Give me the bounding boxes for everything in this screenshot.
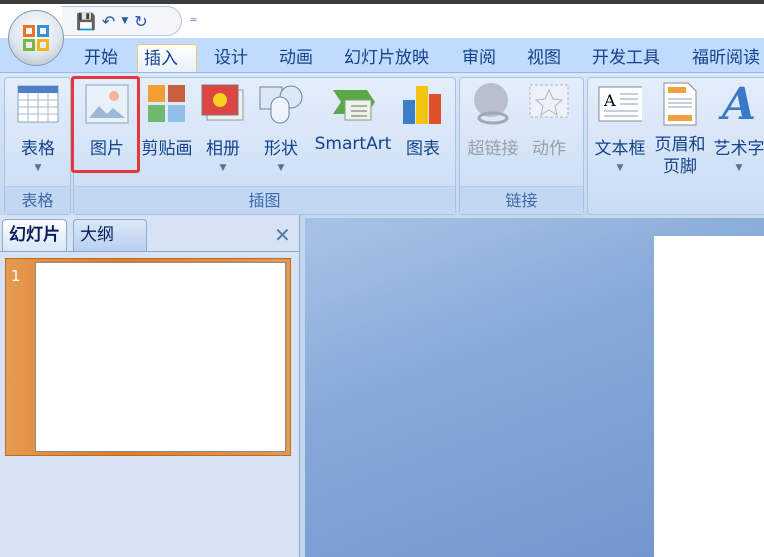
clipart-icon [145, 82, 189, 126]
group-text: A 文本框 ▼ 页眉和页脚 A 艺术字 ▼ [587, 77, 764, 215]
dropdown-arrow-icon: ▼ [616, 163, 624, 173]
textbox-icon: A [598, 82, 642, 126]
header-footer-icon [658, 82, 702, 126]
dropdown-arrow-icon: ▼ [735, 163, 743, 173]
tab-outline[interactable]: 大纲 [73, 219, 147, 251]
group-label: 链接 [460, 186, 583, 214]
office-logo-icon [23, 25, 49, 51]
hyperlink-globe-icon [471, 82, 515, 126]
tab-design[interactable]: 设计 [208, 44, 254, 74]
shapes-icon [259, 82, 303, 126]
group-label: 插图 [74, 186, 455, 214]
header-footer-button[interactable]: 页眉和页脚 [652, 82, 708, 178]
dropdown-arrow-icon: ▼ [219, 163, 227, 173]
smartart-button[interactable]: SmartArt [312, 82, 394, 154]
tab-foxit[interactable]: 福昕阅读 [686, 44, 764, 74]
hyperlink-button[interactable]: 超链接 [464, 82, 522, 159]
quick-access-toolbar: 💾 ↶ ▼ ↻ [62, 6, 182, 36]
dropdown-arrow-icon: ▼ [34, 163, 42, 173]
group-links: 超链接 动作 链接 [459, 77, 584, 215]
group-label: 表格 [5, 186, 70, 214]
smartart-icon [331, 82, 375, 126]
undo-dropdown-icon[interactable]: ▼ [121, 16, 128, 26]
table-button[interactable]: 表格 ▼ [11, 82, 65, 173]
photo-album-icon [201, 82, 245, 126]
tab-insert[interactable]: 插入 [137, 44, 197, 74]
table-icon [16, 82, 60, 126]
chart-icon [401, 82, 445, 126]
shapes-button[interactable]: 形状 ▼ [258, 82, 304, 173]
tab-slideshow[interactable]: 幻灯片放映 [338, 44, 435, 74]
chart-button[interactable]: 图表 [400, 82, 446, 159]
slide-canvas[interactable] [654, 236, 764, 557]
clipart-button[interactable]: 剪贴画 [138, 82, 196, 159]
save-icon[interactable]: 💾 [76, 12, 96, 31]
slide-number: 1 [11, 267, 21, 285]
ribbon-tabs: 开始 插入 设计 动画 幻灯片放映 审阅 视图 开发工具 福昕阅读 [0, 38, 764, 74]
svg-text:A: A [603, 91, 616, 110]
action-button[interactable]: 动作 [526, 82, 572, 159]
wordart-button[interactable]: A 艺术字 ▼ [710, 78, 764, 174]
tab-home[interactable]: 开始 [78, 44, 124, 74]
slide-thumbnail[interactable] [35, 262, 286, 452]
tab-review[interactable]: 审阅 [456, 44, 502, 74]
divider [0, 251, 299, 252]
action-star-icon [527, 82, 571, 126]
tab-developer[interactable]: 开发工具 [586, 44, 666, 74]
wordart-icon: A [721, 78, 757, 130]
undo-icon[interactable]: ↶ [102, 12, 115, 31]
picture-button-highlight [71, 76, 140, 173]
tab-slides[interactable]: 幻灯片 [2, 219, 67, 251]
redo-icon[interactable]: ↻ [134, 12, 147, 31]
group-tables: 表格 ▼ 表格 [4, 77, 71, 215]
textbox-button[interactable]: A 文本框 ▼ [592, 82, 648, 173]
dropdown-arrow-icon: ▼ [277, 163, 285, 173]
photo-album-button[interactable]: 相册 ▼ [200, 82, 246, 173]
customize-qat-icon[interactable]: ₌ [190, 10, 197, 26]
tab-view[interactable]: 视图 [521, 44, 567, 74]
tab-animations[interactable]: 动画 [273, 44, 319, 74]
office-button[interactable] [8, 10, 64, 66]
close-icon[interactable]: ✕ [274, 223, 291, 247]
